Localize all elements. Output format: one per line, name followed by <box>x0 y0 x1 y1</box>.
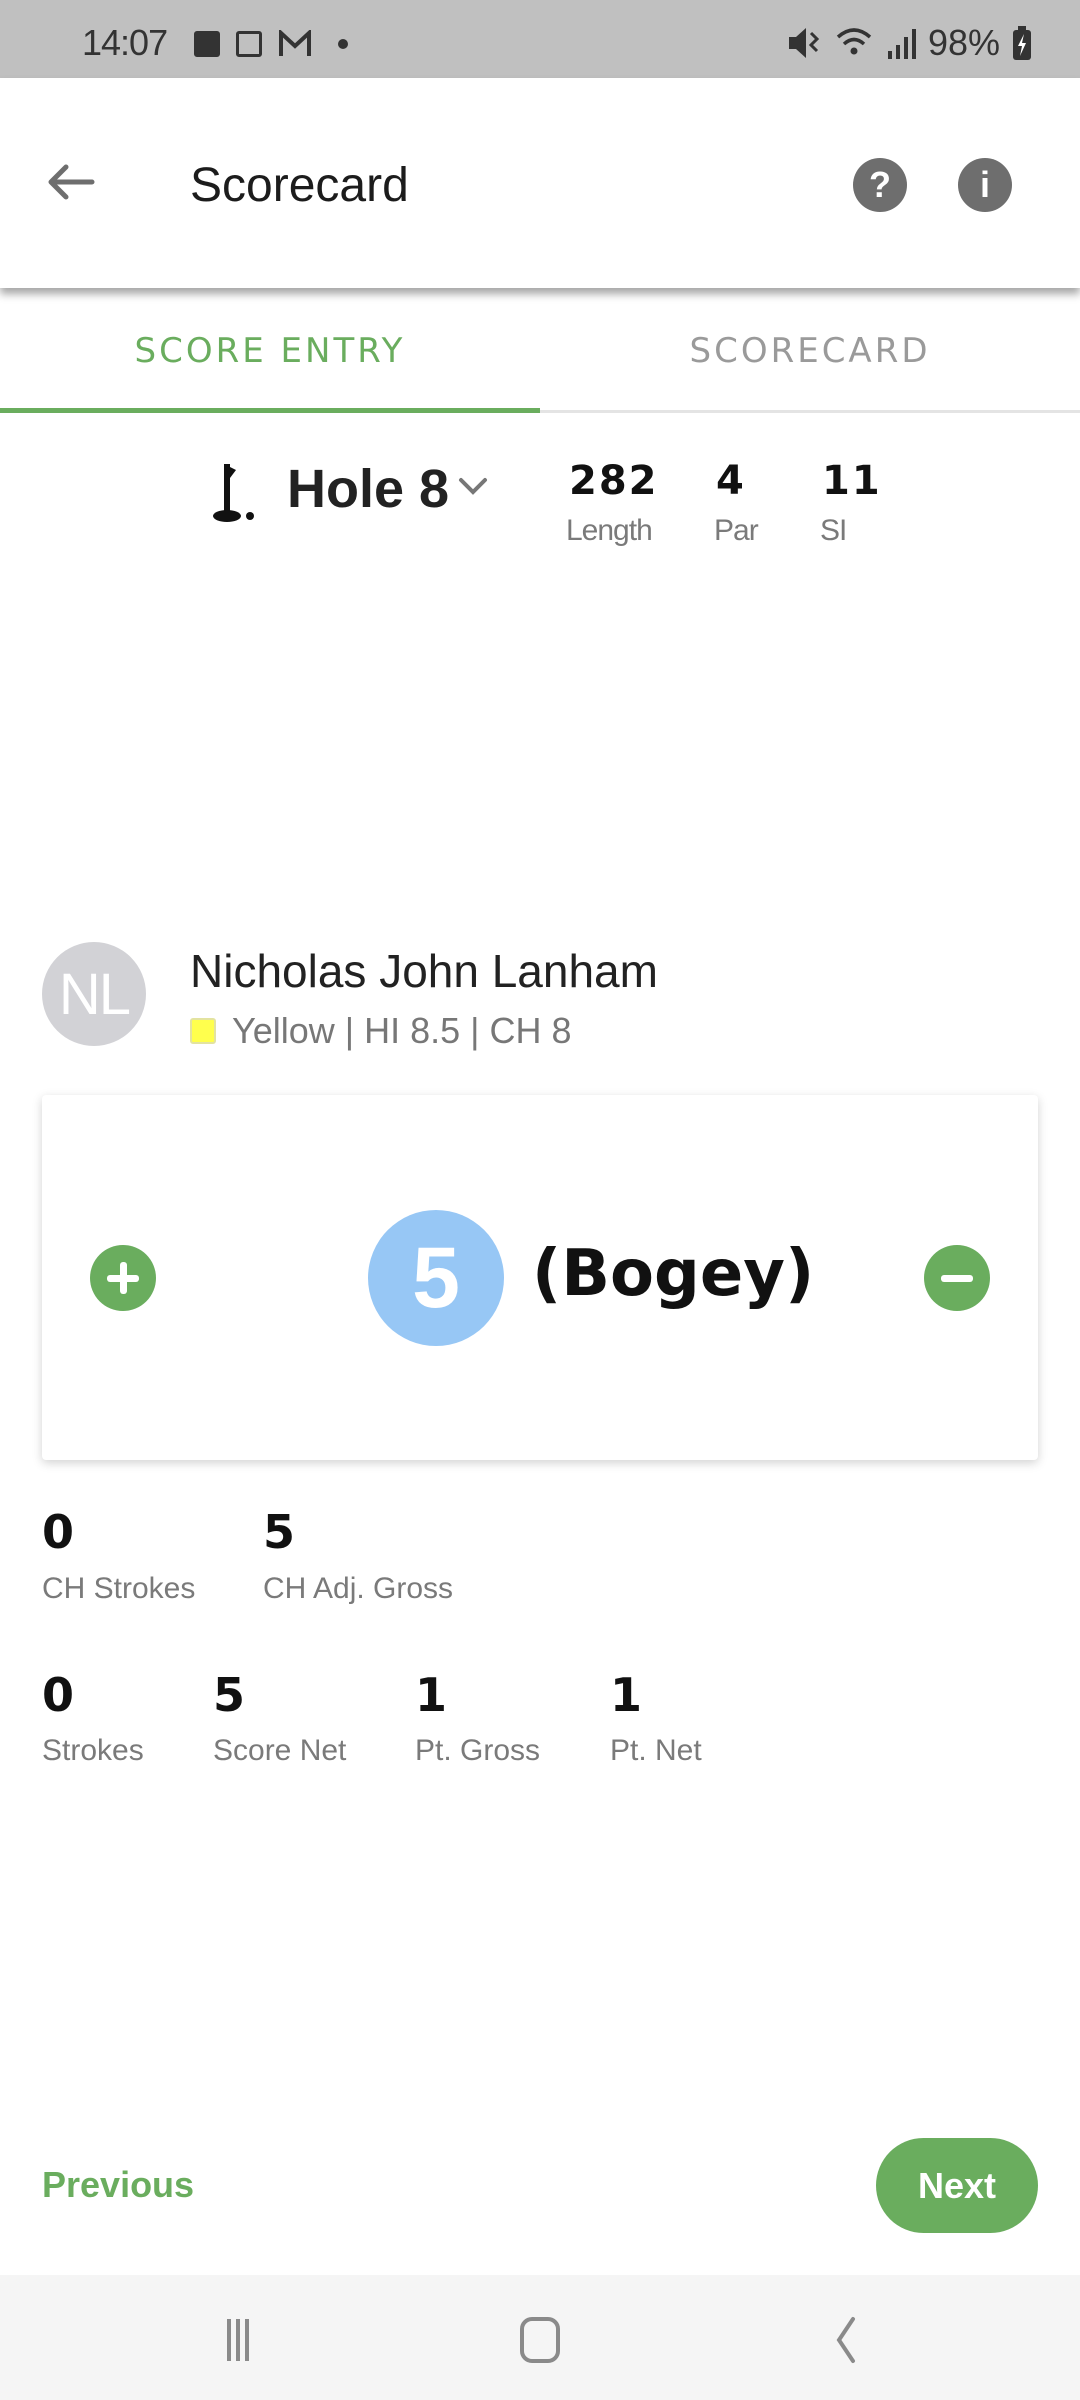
system-back-button[interactable] <box>815 2315 875 2365</box>
pt-gross-label: Pt. Gross <box>415 1734 541 1767</box>
mute-icon <box>788 28 820 58</box>
question-circle-icon: ? <box>869 164 891 205</box>
tab-label: SCORE ENTRY <box>134 330 406 371</box>
hole-si-label: SI <box>820 514 847 547</box>
score-entry-card: 5 (Bogey) <box>42 1095 1038 1460</box>
tab-scorecard[interactable]: SCORECARD <box>540 288 1080 413</box>
score-value: 5 <box>368 1210 504 1346</box>
calendar-icon <box>236 31 262 57</box>
golf-flag-icon <box>210 462 262 524</box>
pt-net-label: Pt. Net <box>610 1734 702 1767</box>
score-name: (Bogey) <box>532 1237 815 1311</box>
decrease-score-button[interactable] <box>924 1245 990 1311</box>
player-details: Yellow | HI 8.5 | CH 8 <box>232 1010 572 1051</box>
signal-icon <box>887 29 916 59</box>
app-bar: Scorecard ? i <box>0 78 1080 288</box>
tab-bar: SCORE ENTRY SCORECARD <box>0 288 1080 415</box>
battery-charging-icon <box>1013 26 1031 60</box>
next-button[interactable]: Next <box>876 2138 1038 2233</box>
tab-label: SCORECARD <box>689 330 931 371</box>
back-button[interactable] <box>40 154 104 210</box>
help-button[interactable]: ? <box>853 158 907 212</box>
player-name: Nicholas John Lanham <box>190 945 658 997</box>
tab-score-entry[interactable]: SCORE ENTRY <box>0 288 540 413</box>
info-button[interactable]: i <box>958 158 1012 212</box>
tee-color-swatch <box>190 1018 216 1044</box>
gmail-icon <box>279 30 311 56</box>
pt-gross-value: 1 <box>415 1668 448 1722</box>
ch-adj-gross-value: 5 <box>263 1505 296 1559</box>
page-title: Scorecard <box>190 159 409 212</box>
previous-button[interactable]: Previous <box>42 2164 194 2206</box>
back-icon <box>836 2317 855 2363</box>
score-net-label: Score Net <box>213 1734 347 1767</box>
ch-strokes-value: 0 <box>42 1505 75 1559</box>
home-icon <box>520 2317 560 2363</box>
notification-dot-icon <box>338 39 348 49</box>
hole-selector[interactable]: Hole 8 <box>287 458 449 520</box>
hole-par-value: 4 <box>716 458 746 504</box>
status-left-icons <box>194 30 348 58</box>
hole-length-value: 282 <box>569 458 659 504</box>
ch-adj-gross-label: CH Adj. Gross <box>263 1572 454 1605</box>
strokes-value: 0 <box>42 1668 75 1722</box>
hole-length-label: Length <box>566 514 653 547</box>
arrow-left-icon <box>48 164 95 200</box>
active-tab-indicator <box>0 408 540 413</box>
system-nav-bar <box>0 2275 1080 2400</box>
recent-apps-button[interactable] <box>208 2315 268 2365</box>
pt-net-value: 1 <box>610 1668 643 1722</box>
score-net-value: 5 <box>213 1668 246 1722</box>
hole-par-label: Par <box>714 514 759 547</box>
battery-percent: 98% <box>927 22 1000 63</box>
increase-score-button[interactable] <box>90 1245 156 1311</box>
status-bar: 14:07 98% <box>0 0 1080 78</box>
hole-si-value: 11 <box>822 458 882 504</box>
home-button[interactable] <box>510 2315 570 2365</box>
gallery-icon <box>194 31 220 57</box>
avatar: NL <box>42 942 146 1046</box>
status-right-icons: 98% <box>786 22 1032 64</box>
ch-strokes-label: CH Strokes <box>42 1572 196 1605</box>
chevron-down-icon[interactable] <box>456 474 490 498</box>
info-circle-icon: i <box>979 164 990 205</box>
recent-apps-icon <box>227 2319 249 2361</box>
status-time: 14:07 <box>82 22 168 63</box>
strokes-label: Strokes <box>42 1734 144 1767</box>
wifi-icon <box>836 28 872 55</box>
